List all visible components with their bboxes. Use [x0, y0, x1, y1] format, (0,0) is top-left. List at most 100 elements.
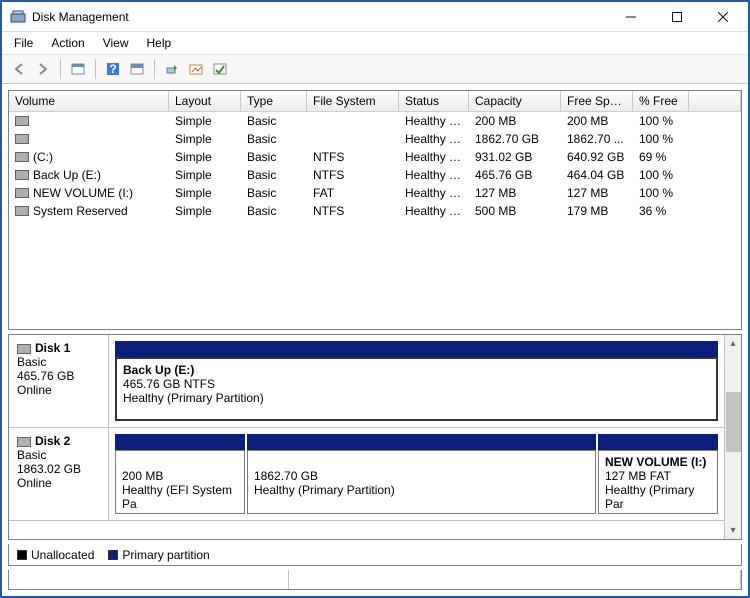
volume-icon [15, 116, 29, 126]
disk1-partition-1[interactable]: Back Up (E:) 465.76 GB NTFS Healthy (Pri… [115, 341, 718, 421]
volume-layout: Simple [169, 111, 241, 131]
volume-row[interactable]: System ReservedSimpleBasicNTFSHealthy (S… [9, 202, 741, 220]
disk1-header[interactable]: Disk 1 Basic 465.76 GB Online [9, 335, 109, 427]
grid-header: Volume Layout Type File System Status Ca… [9, 91, 741, 112]
volume-status: Healthy (S... [399, 201, 469, 221]
col-filesystem[interactable]: File System [307, 91, 399, 111]
disk-graphical-view: Disk 1 Basic 465.76 GB Online Back Up (E… [8, 334, 742, 540]
scroll-down-icon[interactable]: ▾ [725, 522, 741, 539]
volume-name: (C:) [33, 150, 53, 164]
app-icon [10, 9, 26, 25]
volume-capacity: 1862.70 GB [469, 129, 561, 149]
titlebar: Disk Management [2, 2, 748, 32]
col-volume[interactable]: Volume [9, 91, 169, 111]
action-button[interactable] [185, 58, 207, 80]
volume-layout: Simple [169, 165, 241, 185]
volume-icon [15, 170, 29, 180]
toolbar-separator [95, 59, 96, 79]
menu-action[interactable]: Action [43, 34, 92, 52]
partition-size: 465.76 GB NTFS [123, 377, 710, 391]
volume-capacity: 931.02 GB [469, 147, 561, 167]
volume-name: NEW VOLUME (I:) [33, 186, 133, 200]
volume-grid[interactable]: Volume Layout Type File System Status Ca… [8, 90, 742, 330]
disk2-state: Online [17, 476, 100, 490]
col-pctfree[interactable]: % Free [633, 91, 689, 111]
disk-management-window: Disk Management File Action View Help ? … [0, 0, 750, 598]
volume-status: Healthy (P... [399, 165, 469, 185]
volume-capacity: 127 MB [469, 183, 561, 203]
disk-icon [17, 437, 31, 447]
maximize-button[interactable] [654, 3, 700, 31]
volume-pct: 100 % [633, 165, 689, 185]
volume-fs [307, 118, 399, 124]
volume-icon [15, 152, 29, 162]
volume-icon [15, 188, 29, 198]
minimize-button[interactable] [608, 3, 654, 31]
volume-capacity: 200 MB [469, 111, 561, 131]
settings-button[interactable] [67, 58, 89, 80]
volume-icon [15, 134, 29, 144]
col-layout[interactable]: Layout [169, 91, 241, 111]
col-spacer [689, 91, 741, 111]
scroll-up-icon[interactable]: ▴ [725, 335, 741, 352]
volume-free: 640.92 GB [561, 147, 633, 167]
volume-icon [15, 206, 29, 216]
partition-name: NEW VOLUME (I:) [605, 455, 711, 469]
menu-file[interactable]: File [6, 34, 41, 52]
volume-fs: NTFS [307, 165, 399, 185]
col-free[interactable]: Free Spa... [561, 91, 633, 111]
volume-row[interactable]: Back Up (E:)SimpleBasicNTFSHealthy (P...… [9, 166, 741, 184]
vertical-scrollbar[interactable]: ▴ ▾ [724, 335, 741, 539]
volume-name: Back Up (E:) [33, 168, 101, 182]
help-button[interactable]: ? [102, 58, 124, 80]
volume-row[interactable]: NEW VOLUME (I:)SimpleBasicFATHealthy (P.… [9, 184, 741, 202]
volume-row[interactable]: SimpleBasicHealthy (E...200 MB200 MB100 … [9, 112, 741, 130]
volume-layout: Simple [169, 201, 241, 221]
forward-button[interactable] [32, 58, 54, 80]
volume-pct: 100 % [633, 129, 689, 149]
view-top-button[interactable] [126, 58, 148, 80]
partition-status: Healthy (Primary Partition) [123, 391, 710, 405]
disk2-partition-2[interactable]: 1862.70 GB Healthy (Primary Partition) [247, 434, 596, 514]
menu-view[interactable]: View [95, 34, 137, 52]
volume-name: System Reserved [33, 204, 128, 218]
volume-layout: Simple [169, 183, 241, 203]
col-type[interactable]: Type [241, 91, 307, 111]
volume-pct: 36 % [633, 201, 689, 221]
partition-size: 1862.70 GB [254, 469, 589, 483]
disk2-name: Disk 2 [35, 434, 70, 448]
volume-free: 1862.70 ... [561, 129, 633, 149]
partition-name: Back Up (E:) [123, 363, 710, 377]
col-capacity[interactable]: Capacity [469, 91, 561, 111]
close-button[interactable] [700, 3, 746, 31]
disk2-partition-3[interactable]: NEW VOLUME (I:) 127 MB FAT Healthy (Prim… [598, 434, 718, 514]
disk1-type: Basic [17, 355, 100, 369]
disk-icon [17, 344, 31, 354]
disk-row-1[interactable]: Disk 1 Basic 465.76 GB Online Back Up (E… [9, 335, 724, 428]
col-status[interactable]: Status [399, 91, 469, 111]
disk2-header[interactable]: Disk 2 Basic 1863.02 GB Online [9, 428, 109, 520]
back-button[interactable] [8, 58, 30, 80]
volume-free: 464.04 GB [561, 165, 633, 185]
volume-fs: NTFS [307, 147, 399, 167]
disk2-type: Basic [17, 448, 100, 462]
volume-free: 200 MB [561, 111, 633, 131]
volume-status: Healthy (P... [399, 183, 469, 203]
volume-free: 127 MB [561, 183, 633, 203]
scroll-thumb[interactable] [726, 392, 741, 452]
refresh-button[interactable] [161, 58, 183, 80]
list-button[interactable] [209, 58, 231, 80]
partition-size: 127 MB FAT [605, 469, 711, 483]
partition-size: 200 MB [122, 469, 238, 483]
menu-help[interactable]: Help [139, 34, 180, 52]
disk2-partition-1[interactable]: 200 MB Healthy (EFI System Pa [115, 434, 245, 514]
volume-type: Basic [241, 111, 307, 131]
volume-row[interactable]: (C:)SimpleBasicNTFSHealthy (B...931.02 G… [9, 148, 741, 166]
disk-row-2[interactable]: Disk 2 Basic 1863.02 GB Online 200 MB He… [9, 428, 724, 521]
volume-pct: 69 % [633, 147, 689, 167]
volume-row[interactable]: SimpleBasicHealthy (P...1862.70 GB1862.7… [9, 130, 741, 148]
volume-pct: 100 % [633, 111, 689, 131]
volume-fs: FAT [307, 183, 399, 203]
partition-status: Healthy (Primary Par [605, 483, 711, 511]
volume-status: Healthy (B... [399, 147, 469, 167]
